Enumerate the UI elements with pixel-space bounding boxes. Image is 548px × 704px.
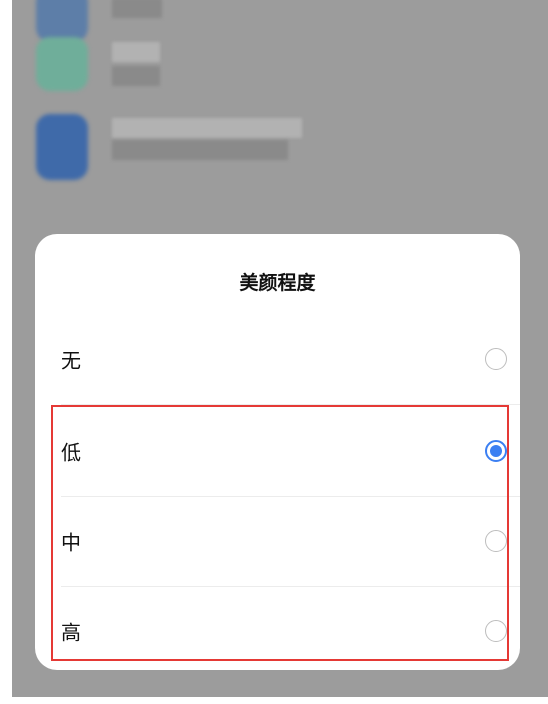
screen: 美颜程度 无 低 中 高 [12, 0, 548, 697]
app-icon [36, 114, 88, 180]
beauty-level-dialog: 美颜程度 无 低 中 高 [35, 234, 520, 670]
radio-selected-icon[interactable] [485, 440, 507, 462]
option-low[interactable]: 低 [35, 406, 520, 496]
placeholder-text [112, 0, 162, 18]
placeholder-text [112, 118, 302, 138]
option-label: 低 [61, 440, 81, 465]
placeholder-text [112, 66, 160, 86]
radio-unselected-icon[interactable] [485, 620, 507, 642]
placeholder-text [112, 140, 288, 160]
background-list-item [12, 110, 548, 180]
radio-unselected-icon[interactable] [485, 348, 507, 370]
radio-unselected-icon[interactable] [485, 530, 507, 552]
placeholder-text [112, 42, 160, 62]
option-none[interactable]: 无 [35, 314, 520, 404]
option-label: 中 [61, 530, 81, 555]
option-label: 高 [61, 620, 81, 645]
option-high[interactable]: 高 [35, 586, 520, 676]
divider [61, 404, 520, 405]
option-label: 无 [61, 348, 81, 373]
dialog-title: 美颜程度 [239, 272, 316, 294]
background-list-item [12, 32, 548, 102]
app-icon [36, 37, 88, 91]
option-medium[interactable]: 中 [35, 496, 520, 586]
